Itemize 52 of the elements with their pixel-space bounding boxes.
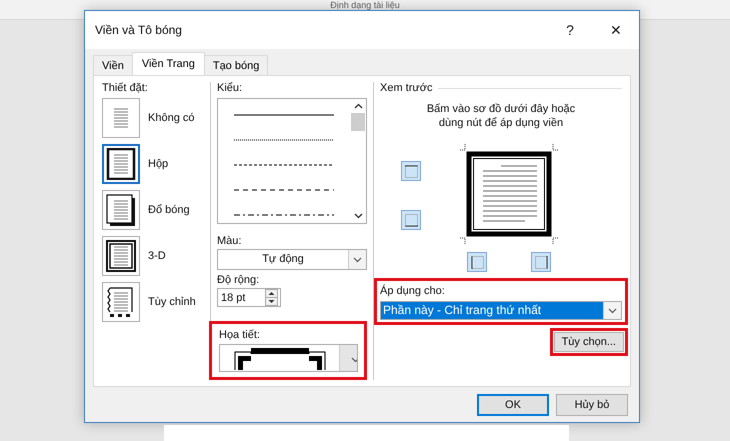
scroll-thumb[interactable] <box>351 113 365 131</box>
bottom-border-button[interactable] <box>401 210 421 230</box>
setting-label: Đổ bóng <box>148 204 190 216</box>
window-title: Viền và Tô bóng <box>95 23 183 37</box>
page-icon <box>106 240 136 272</box>
caret-down-icon <box>353 256 362 262</box>
color-dropdown[interactable]: Tự động <box>217 249 367 270</box>
color-value: Tự động <box>261 252 305 267</box>
tab[interactable]: Viền <box>93 55 133 75</box>
spin-arrows-icon <box>265 289 278 306</box>
color-label: Màu: <box>217 235 242 247</box>
setting-option[interactable] <box>102 236 140 276</box>
art-dropdown[interactable] <box>219 344 358 372</box>
border-bottom-icon <box>404 214 418 226</box>
apply-to-dropdown[interactable]: Phần này - Chỉ trang thứ nhất <box>380 301 622 320</box>
art-label: Họa tiết: <box>219 329 260 341</box>
help-button[interactable]: ? <box>547 15 593 45</box>
width-spinner[interactable]: 18 pt <box>217 288 281 307</box>
right-border-button[interactable] <box>531 252 551 272</box>
close-button[interactable]: ✕ <box>593 15 639 45</box>
caret-up-icon <box>354 103 362 109</box>
setting-option[interactable] <box>102 190 140 230</box>
setting-label: Hộp <box>148 158 168 170</box>
page-icon <box>106 148 136 180</box>
caret-down-icon <box>608 308 617 314</box>
tab[interactable]: Viền Trang <box>132 52 205 75</box>
setting-label: Không có <box>148 112 194 124</box>
tab[interactable]: Tạo bóng <box>204 55 268 75</box>
caret-down-icon <box>350 356 357 362</box>
dialog-button[interactable]: OK <box>477 394 549 416</box>
caret-down-icon <box>354 213 362 219</box>
dialog-button[interactable]: Hủy bỏ <box>556 394 628 416</box>
document-title: Định dạng tài liệu <box>330 0 400 12</box>
width-label: Độ rộng: <box>217 274 260 286</box>
border-right-icon <box>534 256 548 268</box>
setting-option[interactable] <box>102 144 140 184</box>
setting-label: 3-D <box>148 250 166 262</box>
preview-hint: Bấm vào sơ đồ dưới đây hoặc dùng nút để áp dụng viền <box>426 102 576 130</box>
setting-option[interactable] <box>102 282 140 322</box>
border-top-icon <box>404 164 418 178</box>
page-icon <box>106 194 136 226</box>
apply-to-label: Áp dụng cho: <box>380 285 445 297</box>
top-border-button[interactable] <box>401 161 421 181</box>
preview-label: Xem trước <box>380 82 432 94</box>
setting-label: Tùy chỉnh <box>148 296 196 308</box>
options-button[interactable]: Tùy chọn... <box>554 332 624 352</box>
left-border-button[interactable] <box>467 252 487 272</box>
apply-to-value: Phần này - Chỉ trang thứ nhất <box>381 302 603 319</box>
setting-label: Thiết đặt: <box>102 82 149 94</box>
width-value: 18 pt <box>221 292 246 304</box>
style-label: Kiểu: <box>217 82 244 94</box>
border-left-icon <box>470 256 484 268</box>
